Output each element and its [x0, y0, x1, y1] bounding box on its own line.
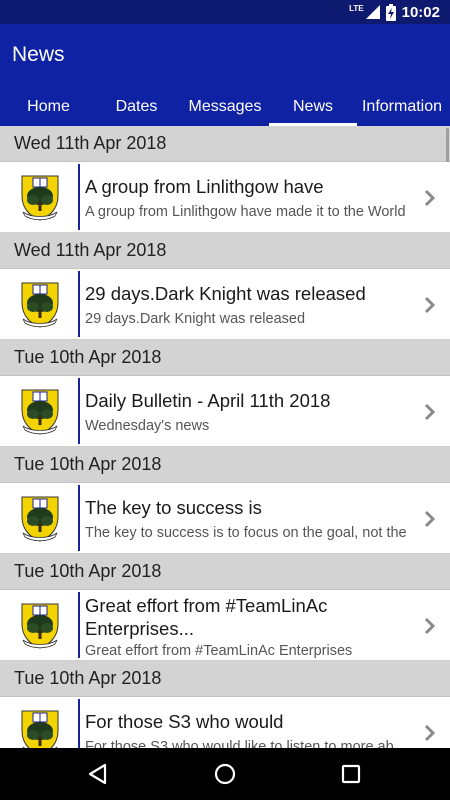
news-item-subtitle: Wednesday's news	[85, 418, 210, 434]
news-item-subtitle: A group from Linlithgow have made it to …	[85, 204, 406, 220]
school-crest-icon	[19, 602, 61, 650]
navigation-bar	[0, 748, 450, 800]
network-type: LTE	[349, 3, 364, 13]
chevron-right-icon	[424, 296, 436, 314]
chevron-right-icon	[424, 617, 436, 635]
news-item[interactable]: The key to success is The key to success…	[0, 483, 450, 554]
recents-icon[interactable]	[338, 761, 364, 787]
back-icon[interactable]	[85, 761, 111, 787]
item-accent-line	[78, 378, 80, 444]
news-item-subtitle: Great effort from #TeamLinAc Enterprises	[85, 643, 353, 659]
chevron-right-icon	[424, 510, 436, 528]
chevron-right-icon	[424, 403, 436, 421]
item-accent-line	[78, 271, 80, 337]
item-accent-line	[78, 699, 80, 748]
chevron-right-icon	[424, 189, 436, 207]
status-time: 10:02	[401, 3, 440, 21]
news-item-title: For those S3 who would	[85, 711, 284, 732]
app-bar: News Home Dates Messages News Informatio…	[0, 24, 450, 126]
battery-charging-icon	[385, 3, 396, 21]
date-header: Tue 10th Apr 2018	[0, 447, 450, 483]
tab-label: News	[292, 98, 333, 115]
tab-bar: Home Dates Messages News Information	[0, 88, 450, 126]
chevron-right-icon	[424, 724, 436, 742]
item-accent-line	[78, 592, 80, 658]
tab-information[interactable]: Information	[357, 88, 447, 126]
date-header: Tue 10th Apr 2018	[0, 340, 450, 376]
news-item-title: 29 days.Dark Knight was released	[85, 283, 366, 304]
news-item[interactable]: For those S3 who would For those S3 who …	[0, 697, 450, 748]
home-icon[interactable]	[212, 761, 238, 787]
news-item-title: Daily Bulletin - April 11th 2018	[85, 390, 331, 411]
tab-label: Dates	[115, 98, 158, 115]
date-header: Tue 10th Apr 2018	[0, 554, 450, 590]
tab-label: Home	[27, 98, 70, 115]
news-item-title: A group from Linlithgow have	[85, 176, 324, 197]
tab-home[interactable]: Home	[0, 88, 97, 126]
page-title: News	[12, 43, 65, 66]
school-crest-icon	[19, 495, 61, 543]
date-header: Wed 11th Apr 2018	[0, 233, 450, 269]
item-accent-line	[78, 164, 80, 230]
news-item-subtitle: The key to success is to focus on the go…	[85, 525, 407, 541]
tab-dates[interactable]: Dates	[90, 88, 183, 126]
news-item-title: Great effort from #TeamLinAc Enterprises…	[85, 595, 328, 639]
tab-label: Information	[361, 98, 443, 115]
school-crest-icon	[19, 281, 61, 329]
news-item[interactable]: 29 days.Dark Knight was released 29 days…	[0, 269, 450, 340]
school-crest-icon	[19, 388, 61, 436]
school-crest-icon	[19, 174, 61, 222]
item-accent-line	[78, 485, 80, 551]
news-list[interactable]: Wed 11th Apr 2018 A group from Linlithgo…	[0, 126, 450, 748]
school-crest-icon	[19, 709, 61, 748]
news-item[interactable]: Great effort from #TeamLinAc Enterprises…	[0, 590, 450, 661]
date-header: Tue 10th Apr 2018	[0, 661, 450, 697]
signal-icon	[365, 5, 380, 19]
tab-news[interactable]: News	[269, 88, 357, 126]
news-item-title: The key to success is	[85, 497, 262, 518]
news-item[interactable]: A group from Linlithgow have A group fro…	[0, 162, 450, 233]
news-item-subtitle: For those S3 who would like to listen to…	[85, 739, 394, 748]
date-header: Wed 11th Apr 2018	[0, 126, 450, 162]
news-item[interactable]: Daily Bulletin - April 11th 2018 Wednesd…	[0, 376, 450, 447]
status-bar: LTE 10:02	[0, 0, 450, 24]
tab-label: Messages	[188, 98, 262, 115]
news-item-subtitle: 29 days.Dark Knight was released	[85, 311, 306, 327]
tab-messages[interactable]: Messages	[180, 88, 270, 126]
